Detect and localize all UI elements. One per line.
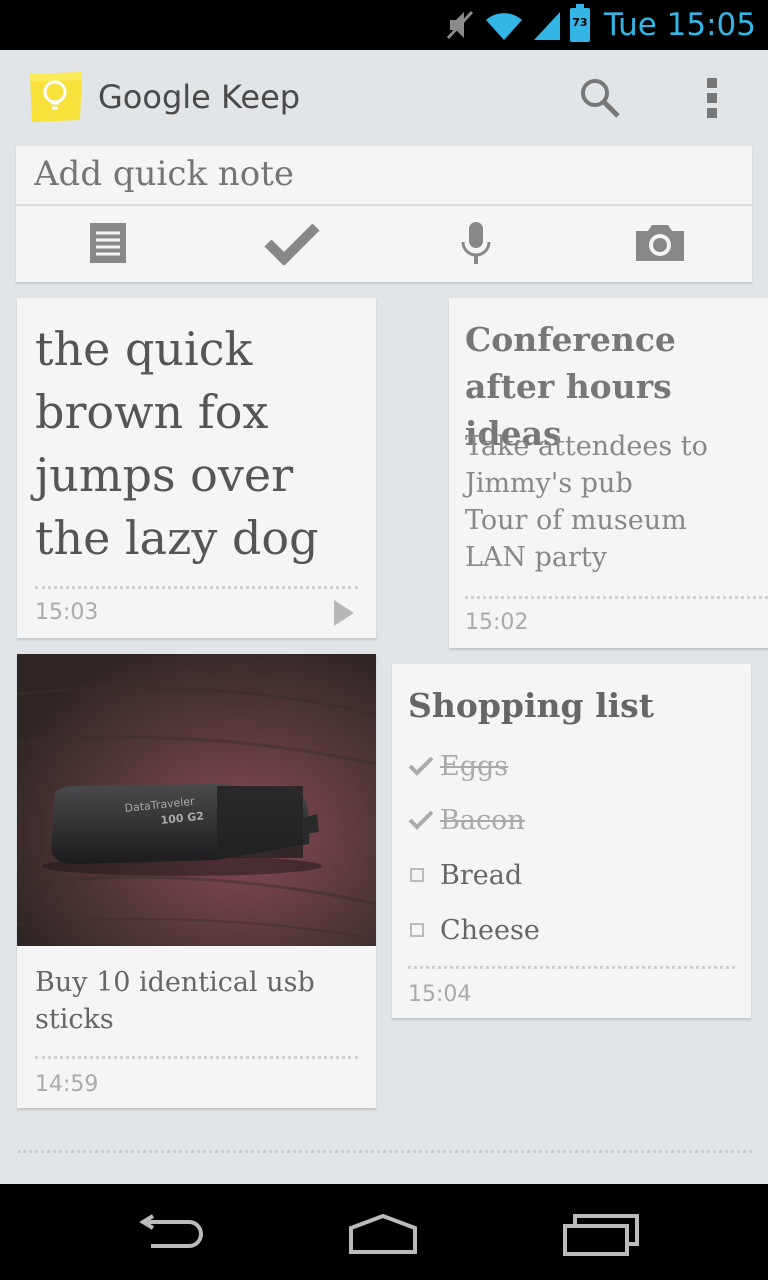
recent-apps-icon — [563, 1214, 639, 1256]
divider — [35, 1056, 358, 1059]
checkbox[interactable] — [410, 923, 424, 937]
text-note-button[interactable] — [78, 218, 138, 268]
microphone-icon — [461, 222, 491, 264]
checklist-icon — [264, 223, 320, 265]
list-item-text: Eggs — [440, 750, 509, 782]
note-timestamp: 15:04 — [408, 982, 472, 1007]
voice-note-button[interactable] — [446, 218, 506, 268]
battery-icon: 73 — [569, 4, 590, 42]
overflow-menu-icon[interactable] — [694, 74, 730, 122]
checklist-button[interactable] — [262, 218, 322, 268]
divider — [465, 596, 768, 599]
divider — [35, 586, 358, 589]
note-line: LAN party — [465, 542, 608, 573]
note-lines: Take attendees to Jimmy's pub Tour of mu… — [465, 428, 708, 576]
list-item[interactable]: Eggs — [408, 746, 508, 786]
search-icon[interactable] — [578, 76, 622, 120]
note-timestamp: 14:59 — [35, 1072, 99, 1097]
note-line: Tour of museum — [465, 505, 687, 536]
note-photo: DataTraveler 100 G2 — [17, 654, 376, 946]
list-item[interactable]: Cheese — [408, 910, 540, 950]
camera-button[interactable] — [630, 218, 690, 268]
note-title: Shopping list — [408, 686, 654, 725]
note-card-text[interactable]: the quick brown fox jumps over the lazy … — [17, 298, 376, 638]
battery-level: 73 — [572, 16, 588, 29]
note-card-shopping[interactable]: Shopping list Eggs Bacon Bread Cheese 15… — [392, 664, 751, 1018]
divider — [18, 1150, 752, 1153]
note-timestamp: 15:02 — [465, 610, 529, 635]
navigation-bar — [0, 1184, 768, 1280]
list-item-text: Bread — [440, 859, 523, 891]
note-caption: Buy 10 identical usb sticks — [35, 967, 315, 1035]
home-icon — [349, 1213, 417, 1254]
list-item[interactable]: Bacon — [408, 800, 525, 840]
recent-apps-button[interactable] — [556, 1206, 646, 1262]
quick-note-input[interactable] — [34, 146, 734, 202]
checkbox[interactable] — [410, 868, 424, 882]
list-item-text: Cheese — [440, 914, 540, 946]
note-line: Jimmy's pub — [465, 468, 633, 499]
mute-icon — [446, 10, 473, 40]
status-icons: 73 Tue 15:05 — [446, 0, 756, 50]
action-bar: Google Keep — [0, 50, 768, 146]
wifi-icon — [485, 13, 522, 40]
list-item[interactable]: Bread — [408, 855, 522, 895]
text-note-icon — [90, 223, 126, 263]
quick-note-panel — [16, 146, 752, 282]
signal-icon — [533, 12, 560, 40]
note-timestamp: 15:03 — [35, 600, 99, 625]
back-button[interactable] — [124, 1206, 214, 1262]
play-audio-icon[interactable] — [334, 600, 354, 626]
keep-bulb-icon[interactable] — [28, 70, 84, 126]
camera-icon — [636, 225, 684, 261]
checkmark-icon — [408, 809, 438, 831]
checkmark-icon — [408, 755, 438, 777]
home-button[interactable] — [338, 1206, 428, 1262]
back-icon — [139, 1214, 203, 1248]
divider — [408, 966, 735, 969]
note-card-conference[interactable]: Conference after hours ideas Take attend… — [449, 298, 768, 648]
note-line: Take attendees to — [465, 431, 708, 462]
status-bar: 73 Tue 15:05 — [0, 0, 768, 50]
note-body: the quick brown fox jumps over the lazy … — [35, 322, 319, 565]
divider — [16, 204, 752, 206]
note-card-photo[interactable]: DataTraveler 100 G2 Buy 10 identical usb… — [17, 654, 376, 1108]
list-item-text: Bacon — [440, 804, 525, 836]
app-title: Google Keep — [98, 78, 301, 116]
clock: Tue 15:05 — [603, 7, 756, 43]
